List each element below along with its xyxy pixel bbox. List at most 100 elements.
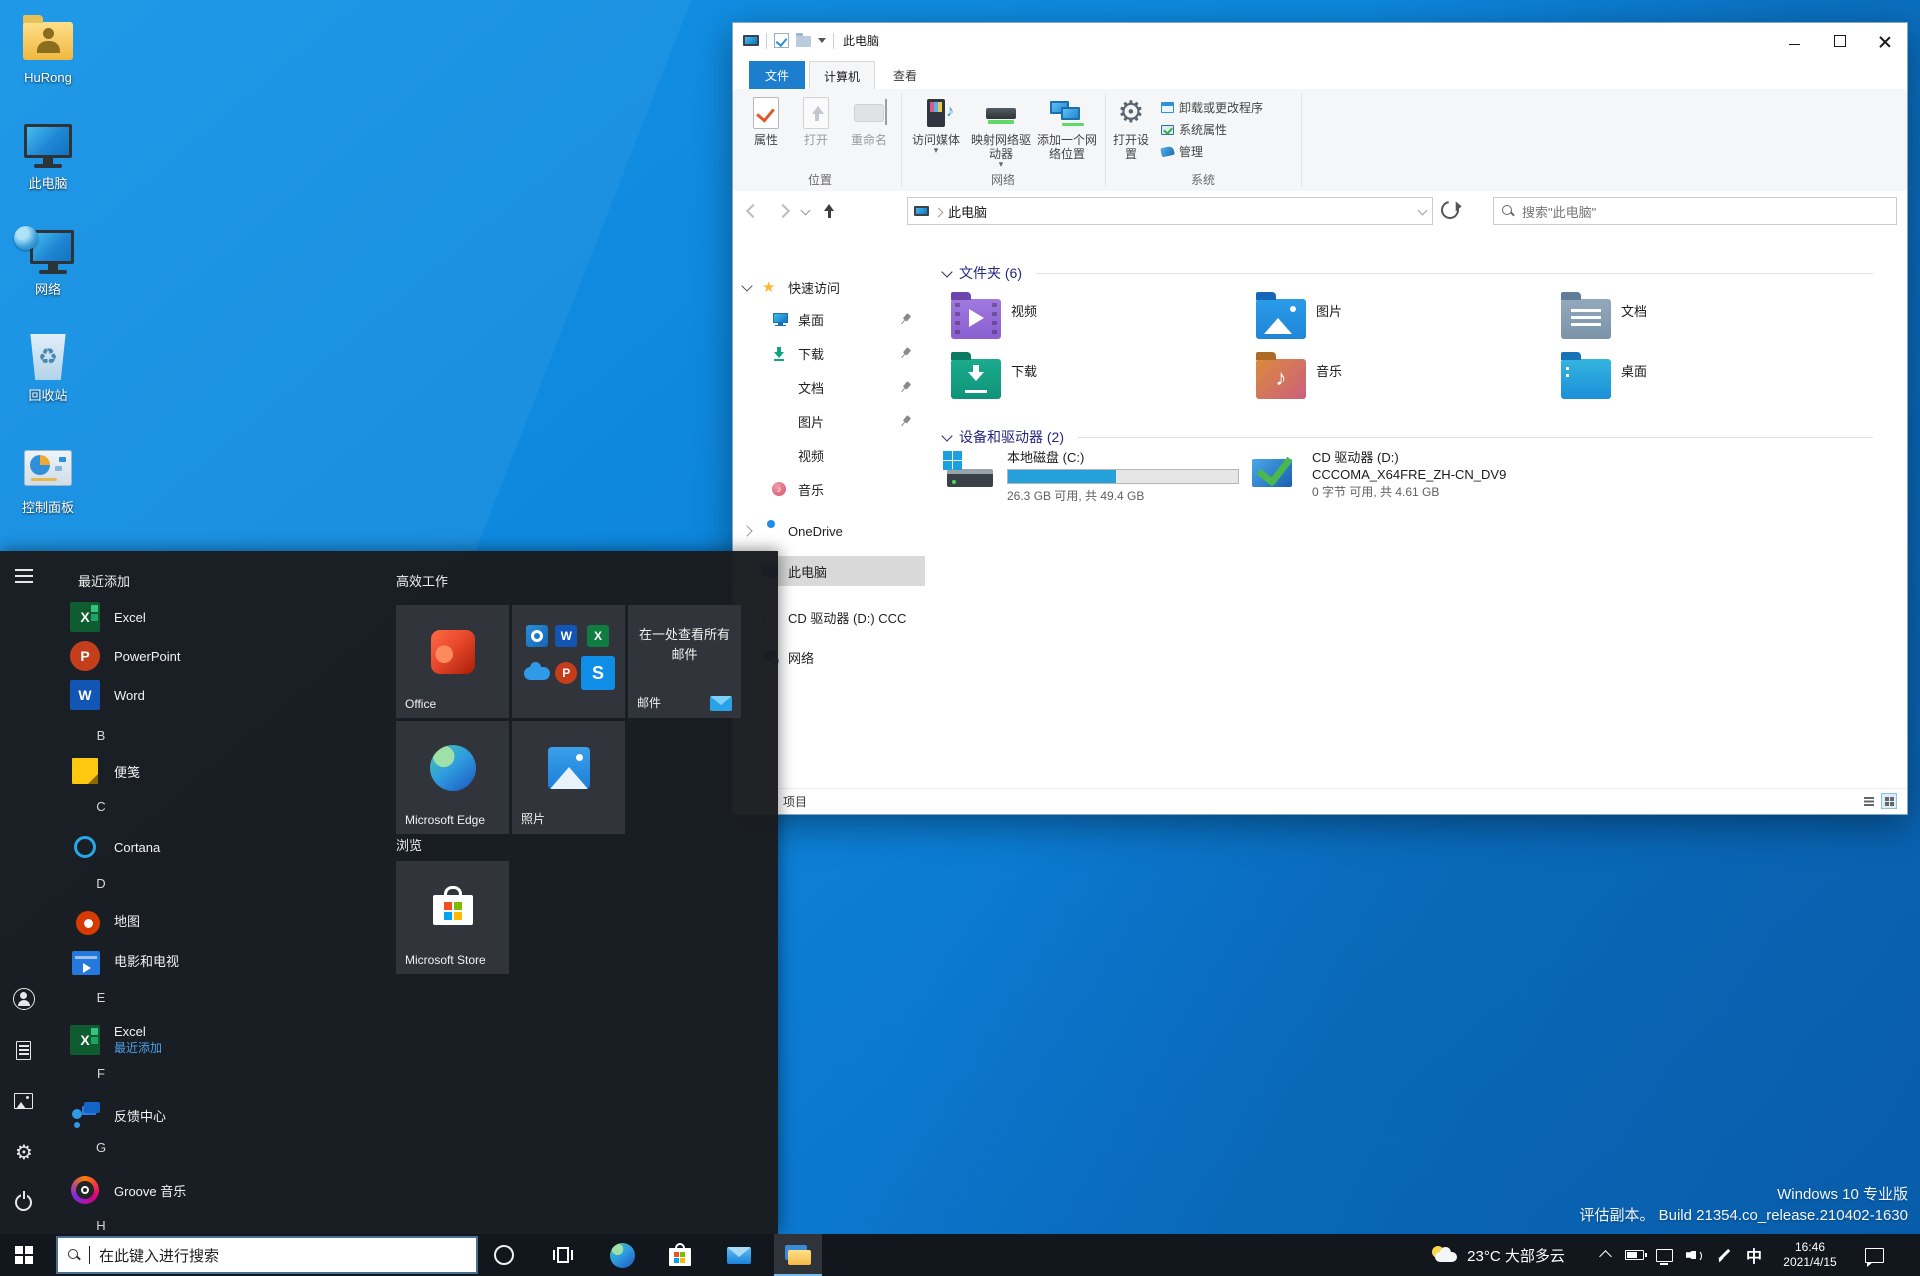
- up-button[interactable]: [817, 199, 841, 223]
- tile-office[interactable]: Office: [396, 605, 509, 718]
- minimize-button[interactable]: [1772, 23, 1817, 59]
- address-dropdown-icon[interactable]: [1417, 205, 1428, 215]
- properties-shortcut-icon[interactable]: [774, 33, 789, 48]
- add-network-location-button[interactable]: 添加一个网络位置: [1035, 95, 1099, 161]
- documents-icon[interactable]: [16, 1041, 31, 1060]
- uninstall-button[interactable]: 卸载或更改程序: [1161, 99, 1263, 116]
- desktop-icon-hurong[interactable]: HuRong: [6, 12, 90, 85]
- start-button[interactable]: [0, 1234, 48, 1276]
- access-media-button[interactable]: ♪ 访问媒体: [905, 95, 967, 153]
- map-network-drive-button[interactable]: 映射网络驱动器: [969, 95, 1033, 167]
- nav-item-documents[interactable]: 文档: [733, 372, 925, 402]
- breadcrumb-location[interactable]: 此电脑: [948, 202, 987, 221]
- hamburger-menu-icon[interactable]: [15, 569, 33, 583]
- section-letter[interactable]: H: [86, 1218, 116, 1233]
- action-center-button[interactable]: [1852, 1234, 1896, 1276]
- pen-button[interactable]: [1710, 1234, 1738, 1276]
- task-view-button[interactable]: [539, 1234, 587, 1276]
- nav-item-quick-access[interactable]: ★ 快速访问: [733, 272, 925, 302]
- section-letter[interactable]: C: [86, 799, 116, 814]
- network-button[interactable]: [1650, 1234, 1678, 1276]
- store-taskbar-button[interactable]: [656, 1234, 704, 1276]
- maximize-button[interactable]: [1817, 23, 1862, 59]
- app-item-groove-music[interactable]: Groove 音乐: [70, 1173, 370, 1207]
- chevron-right-icon[interactable]: [741, 525, 753, 537]
- ime-indicator[interactable]: 中: [1740, 1234, 1768, 1276]
- refresh-icon[interactable]: [1437, 197, 1463, 223]
- settings-gear-icon[interactable]: ⚙: [13, 1142, 35, 1164]
- tab-file[interactable]: 文件: [749, 61, 805, 89]
- recent-locations-dropdown[interactable]: [797, 199, 813, 223]
- tab-computer[interactable]: 计算机: [809, 61, 875, 90]
- drive-d-tile[interactable]: CD 驱动器 (D:) CCCOMA_X64FRE_ZH-CN_DV9 0 字节…: [1248, 448, 1548, 500]
- tab-view[interactable]: 查看: [881, 61, 929, 89]
- desktop-icon-control-panel[interactable]: 控制面板: [6, 442, 90, 515]
- tile-mail[interactable]: 在一处查看所有邮件 邮件: [628, 605, 741, 718]
- nav-item-downloads[interactable]: 下载: [733, 338, 925, 368]
- desktop-icon-recycle-bin[interactable]: ♻ 回收站: [6, 330, 90, 403]
- chevron-down-icon[interactable]: [818, 38, 826, 43]
- app-item-excel[interactable]: X Excel: [70, 600, 370, 634]
- open-settings-button[interactable]: ⚙ 打开设置: [1109, 95, 1153, 162]
- user-account-icon[interactable]: [13, 988, 35, 1010]
- breadcrumb[interactable]: 此电脑: [907, 197, 1433, 225]
- show-hidden-icons-button[interactable]: [1592, 1234, 1618, 1276]
- app-item-sticky-notes[interactable]: 便笺: [70, 754, 370, 788]
- folder-tile-music[interactable]: ♪ 音乐: [1248, 351, 1544, 409]
- clock[interactable]: 16:46 2021/4/15: [1772, 1234, 1848, 1276]
- app-item-excel-recent[interactable]: X Excel 最近添加: [70, 1018, 370, 1062]
- tile-store[interactable]: Microsoft Store: [396, 861, 509, 974]
- edge-taskbar-button[interactable]: [598, 1234, 646, 1276]
- power-icon[interactable]: [15, 1191, 32, 1211]
- large-icons-view-icon[interactable]: [1881, 793, 1897, 809]
- nav-item-desktop[interactable]: 桌面: [733, 304, 925, 334]
- file-explorer-taskbar-button[interactable]: [774, 1234, 822, 1276]
- nav-item-music[interactable]: ♪ 音乐: [733, 474, 925, 504]
- app-item-maps[interactable]: 地图: [70, 903, 370, 937]
- app-item-movies-tv[interactable]: 电影和电视: [70, 943, 370, 977]
- app-item-word[interactable]: W Word: [70, 678, 370, 712]
- tile-office-apps[interactable]: W X P S: [512, 605, 625, 718]
- explorer-search-box[interactable]: 搜索"此电脑": [1493, 197, 1897, 225]
- desktop-icon-network[interactable]: 网络: [6, 224, 90, 297]
- new-folder-icon[interactable]: [796, 33, 811, 47]
- section-devices[interactable]: 设备和驱动器 (2): [941, 427, 1873, 447]
- nav-item-onedrive[interactable]: OneDrive: [733, 516, 925, 546]
- tile-photos[interactable]: 照片: [512, 721, 625, 834]
- weather-widget[interactable]: 23°C 大部多云: [1408, 1234, 1588, 1276]
- section-letter[interactable]: F: [86, 1066, 116, 1081]
- folder-tile-pictures[interactable]: 图片: [1248, 291, 1544, 349]
- section-letter[interactable]: D: [86, 876, 116, 891]
- cortana-button[interactable]: [480, 1234, 528, 1276]
- app-item-powerpoint[interactable]: P PowerPoint: [70, 639, 370, 673]
- section-letter[interactable]: E: [86, 990, 116, 1005]
- title-bar[interactable]: 此电脑: [733, 23, 1907, 61]
- folder-tile-documents[interactable]: 文档: [1553, 291, 1849, 349]
- pictures-icon[interactable]: [14, 1093, 33, 1109]
- tile-edge[interactable]: Microsoft Edge: [396, 721, 509, 834]
- taskbar-search-input[interactable]: 在此键入进行搜索: [56, 1236, 478, 1274]
- section-folders[interactable]: 文件夹 (6): [941, 263, 1873, 283]
- nav-item-pictures[interactable]: 图片: [733, 406, 925, 436]
- section-letter[interactable]: B: [86, 728, 116, 743]
- mail-taskbar-button[interactable]: [715, 1234, 763, 1276]
- section-letter[interactable]: G: [86, 1140, 116, 1155]
- folder-tile-videos[interactable]: 视频: [943, 291, 1239, 349]
- details-view-icon[interactable]: [1861, 793, 1877, 809]
- folder-tile-desktop[interactable]: 桌面: [1553, 351, 1849, 409]
- folder-tile-downloads[interactable]: 下载: [943, 351, 1239, 409]
- chevron-down-icon[interactable]: [741, 279, 753, 292]
- app-item-feedback-hub[interactable]: 反馈中心: [70, 1098, 370, 1132]
- manage-button[interactable]: 管理: [1160, 143, 1203, 160]
- volume-button[interactable]: [1680, 1234, 1708, 1276]
- close-button[interactable]: [1862, 23, 1907, 59]
- forward-button[interactable]: [771, 199, 795, 223]
- app-item-cortana[interactable]: Cortana: [70, 830, 370, 864]
- open-button[interactable]: 打开: [793, 95, 839, 147]
- system-properties-button[interactable]: 系统属性: [1161, 121, 1227, 138]
- nav-item-videos[interactable]: 视频: [733, 440, 925, 470]
- drive-c-tile[interactable]: 本地磁盘 (C:) 26.3 GB 可用, 共 49.4 GB: [943, 449, 1243, 504]
- rename-button[interactable]: 重命名: [841, 95, 897, 147]
- back-button[interactable]: [741, 199, 765, 223]
- properties-button[interactable]: 属性: [743, 95, 789, 147]
